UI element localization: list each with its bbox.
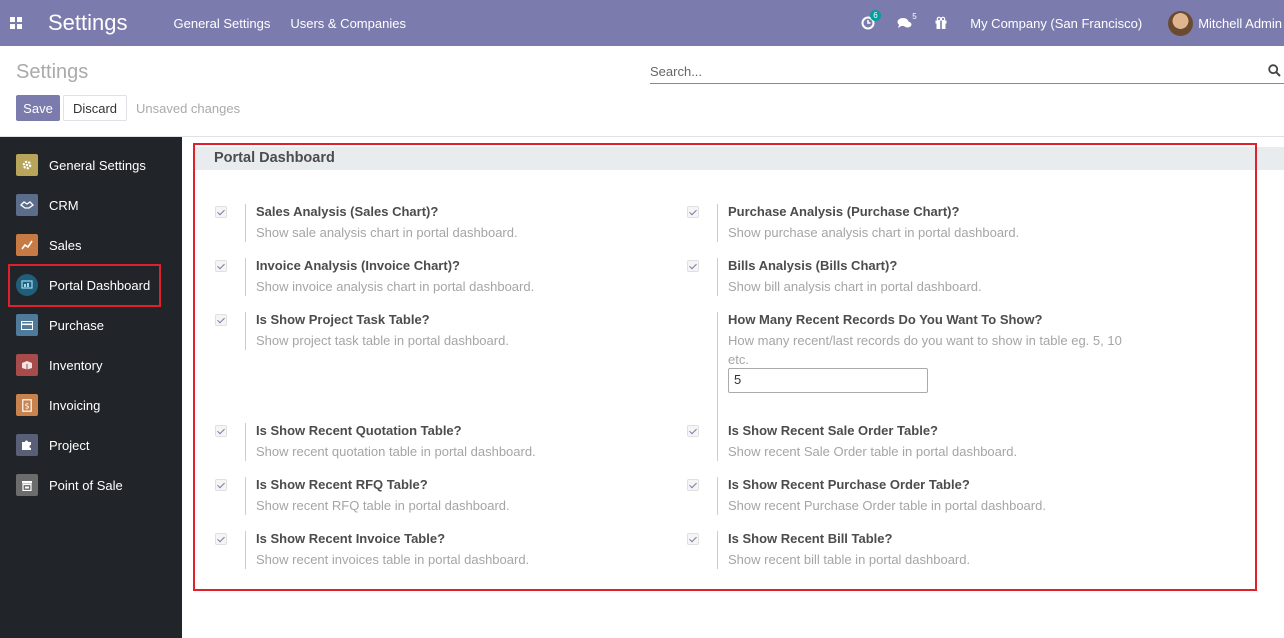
puzzle-icon xyxy=(16,434,38,456)
sidebar-item-label: Project xyxy=(49,437,90,453)
project-task-checkbox[interactable] xyxy=(215,314,227,326)
app-title: Settings xyxy=(48,10,128,35)
setting-label: Bills Analysis (Bills Chart)? xyxy=(728,258,898,273)
setting-description: Show project task table in portal dashbo… xyxy=(256,333,509,348)
setting-description: Show sale analysis chart in portal dashb… xyxy=(256,225,518,240)
setting-label: Is Show Recent Quotation Table? xyxy=(256,423,462,438)
menu-general-settings[interactable]: General Settings xyxy=(174,16,271,31)
unsaved-changes-label: Unsaved changes xyxy=(136,101,241,116)
setting-description: Show purchase analysis chart in portal d… xyxy=(728,225,1020,240)
gift-button[interactable] xyxy=(934,16,948,30)
activity-count-badge: 6 xyxy=(870,10,881,21)
sidebar-item-project[interactable]: Project xyxy=(0,425,182,465)
search-placeholder: Search... xyxy=(650,64,703,79)
setting-description: How many recent/last records do you want… xyxy=(728,331,1122,369)
setting-description: Show recent quotation table in portal da… xyxy=(256,444,536,459)
setting-description: Show recent invoices table in portal das… xyxy=(256,552,530,567)
discard-button[interactable]: Discard xyxy=(63,95,127,121)
user-name: Mitchell Admin xyxy=(1198,15,1282,31)
setting-label: Is Show Recent Sale Order Table? xyxy=(728,423,938,438)
setting-label: Is Show Recent Purchase Order Table? xyxy=(728,477,970,492)
page-title: Settings xyxy=(16,61,89,83)
search-icon[interactable] xyxy=(1268,64,1281,77)
invoice-analysis-checkbox[interactable] xyxy=(215,260,227,272)
activity-button[interactable]: 6 xyxy=(861,10,881,30)
sidebar-item-purchase[interactable]: Purchase xyxy=(0,305,182,345)
sidebar-item-sales[interactable]: Sales xyxy=(0,225,182,265)
sidebar-item-label: Invoicing xyxy=(49,397,101,413)
top-navbar: Settings General Settings Users & Compan… xyxy=(0,0,1284,46)
recent-purchase-order-checkbox[interactable] xyxy=(687,479,699,491)
setting-label: Purchase Analysis (Purchase Chart)? xyxy=(728,204,960,219)
sidebar-item-label: Purchase xyxy=(49,317,104,333)
company-switcher[interactable]: My Company (San Francisco) xyxy=(970,16,1142,31)
sidebar-item-invoicing[interactable]: $ Invoicing xyxy=(0,385,182,425)
setting-description: Show invoice analysis chart in portal da… xyxy=(256,279,535,294)
messages-button[interactable]: 5 xyxy=(897,12,917,30)
settings-sidebar: General Settings CRM Sales Portal Dashbo… xyxy=(0,137,182,638)
search-input[interactable]: Search... xyxy=(650,62,1284,84)
user-menu[interactable]: Mitchell Admin xyxy=(1168,10,1282,36)
control-panel: Settings Search... Save Discard Unsaved … xyxy=(0,46,1284,137)
setting-description: Show recent RFQ table in portal dashboar… xyxy=(256,498,510,513)
setting-label: Is Show Recent RFQ Table? xyxy=(256,477,428,492)
apps-menu-icon[interactable] xyxy=(0,0,32,46)
setting-label: Invoice Analysis (Invoice Chart)? xyxy=(256,258,460,273)
sidebar-item-general-settings[interactable]: General Settings xyxy=(0,145,182,185)
sidebar-item-label: Sales xyxy=(49,237,82,253)
active-item-highlight xyxy=(8,264,161,307)
messages-count-badge: 5 xyxy=(912,11,917,21)
sidebar-item-label: Point of Sale xyxy=(49,477,123,493)
setting-label: Sales Analysis (Sales Chart)? xyxy=(256,204,439,219)
sidebar-item-point-of-sale[interactable]: Point of Sale xyxy=(0,465,182,505)
save-button[interactable]: Save xyxy=(16,95,60,121)
setting-description-line: etc. xyxy=(728,352,749,367)
gift-icon xyxy=(935,16,947,29)
sales-analysis-checkbox[interactable] xyxy=(215,206,227,218)
avatar xyxy=(1168,10,1194,36)
recent-quotation-checkbox[interactable] xyxy=(215,425,227,437)
sidebar-item-label: Inventory xyxy=(49,357,103,373)
gear-icon xyxy=(16,154,38,176)
setting-description: Show recent Purchase Order table in port… xyxy=(728,498,1046,513)
setting-label: Is Show Recent Invoice Table? xyxy=(256,531,446,546)
sidebar-item-label: CRM xyxy=(49,197,79,213)
setting-label: Is Show Recent Bill Table? xyxy=(728,531,893,546)
menu-users-companies[interactable]: Users & Companies xyxy=(290,16,406,31)
chart-icon xyxy=(16,234,38,256)
recent-records-input[interactable]: 5 xyxy=(728,368,928,393)
purchase-analysis-checkbox[interactable] xyxy=(687,206,699,218)
handshake-icon xyxy=(16,194,38,216)
setting-label: Is Show Project Task Table? xyxy=(256,312,430,327)
setting-label: How Many Recent Records Do You Want To S… xyxy=(728,312,1043,327)
setting-description-line: How many recent/last records do you want… xyxy=(728,333,1122,348)
sidebar-item-inventory[interactable]: Inventory xyxy=(0,345,182,385)
svg-text:$: $ xyxy=(24,401,29,410)
bills-analysis-checkbox[interactable] xyxy=(687,260,699,272)
setting-description: Show recent bill table in portal dashboa… xyxy=(728,552,971,567)
box-icon xyxy=(16,354,38,376)
recent-rfq-checkbox[interactable] xyxy=(215,479,227,491)
recent-bill-checkbox[interactable] xyxy=(687,533,699,545)
invoice-icon: $ xyxy=(16,394,38,416)
sidebar-item-crm[interactable]: CRM xyxy=(0,185,182,225)
sidebar-item-label: General Settings xyxy=(49,157,146,173)
setting-description: Show bill analysis chart in portal dashb… xyxy=(728,279,982,294)
card-icon xyxy=(16,314,38,336)
recent-sale-order-checkbox[interactable] xyxy=(687,425,699,437)
settings-content: Portal Dashboard Sales Analysis (Sales C… xyxy=(182,137,1284,638)
recent-invoice-checkbox[interactable] xyxy=(215,533,227,545)
section-header: Portal Dashboard xyxy=(193,147,1284,170)
setting-description: Show recent Sale Order table in portal d… xyxy=(728,444,1018,459)
store-icon xyxy=(16,474,38,496)
section-title: Portal Dashboard xyxy=(214,150,335,166)
